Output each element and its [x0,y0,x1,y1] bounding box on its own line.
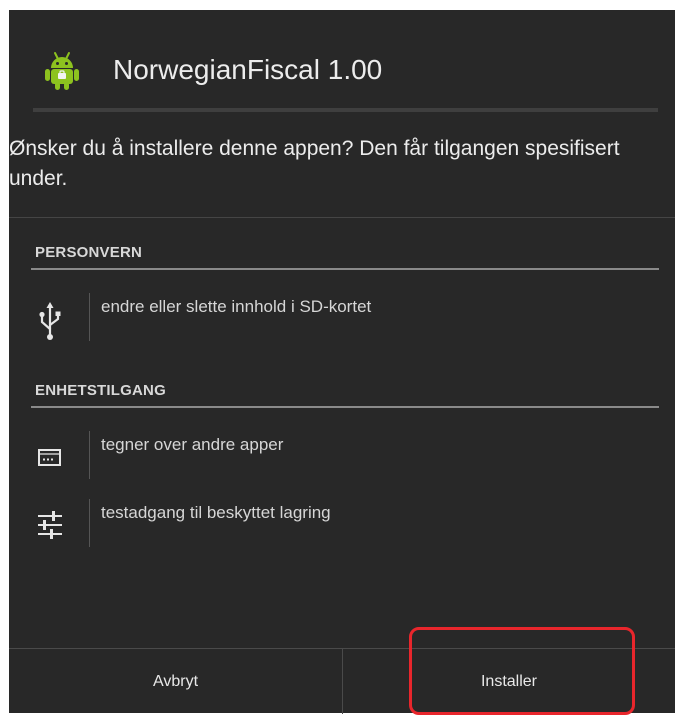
dialog-button-bar: Avbryt Installer [9,648,675,714]
permission-label: testadgang til beskyttet lagring [101,503,331,522]
overlay-window-icon [38,449,61,466]
permission-separator [89,293,90,341]
permission-label: endre eller slette innhold i SD-kortet [101,297,372,316]
install-dialog: NorwegianFiscal 1.00 Ønsker du å install… [9,10,675,715]
permission-row-protected-storage: testadgang til beskyttet lagring [9,499,675,553]
install-description: Ønsker du å installere denne appen? Den … [9,137,620,190]
permission-row-sd-card: endre eller slette innhold i SD-kortet [9,293,675,347]
settings-sliders-icon [38,511,62,539]
dialog-title-bar: NorwegianFiscal 1.00 [9,10,675,120]
permission-row-draw-over-apps: tegner over andre apper [9,431,675,485]
permission-label: tegner over andre apper [101,435,284,454]
title-divider [33,108,658,112]
section-separator [9,217,675,218]
section-rule [31,406,659,408]
section-rule [31,268,659,270]
usb-icon [39,302,61,340]
permission-separator [89,431,90,479]
cancel-button[interactable]: Avbryt [9,649,342,714]
install-button[interactable]: Installer [343,649,675,714]
permission-separator [89,499,90,547]
app-title: NorwegianFiscal 1.00 [113,54,383,85]
section-header-privacy: PERSONVERN [35,244,143,261]
section-header-device-access: ENHETSTILGANG [35,382,166,399]
android-icon [45,52,79,90]
